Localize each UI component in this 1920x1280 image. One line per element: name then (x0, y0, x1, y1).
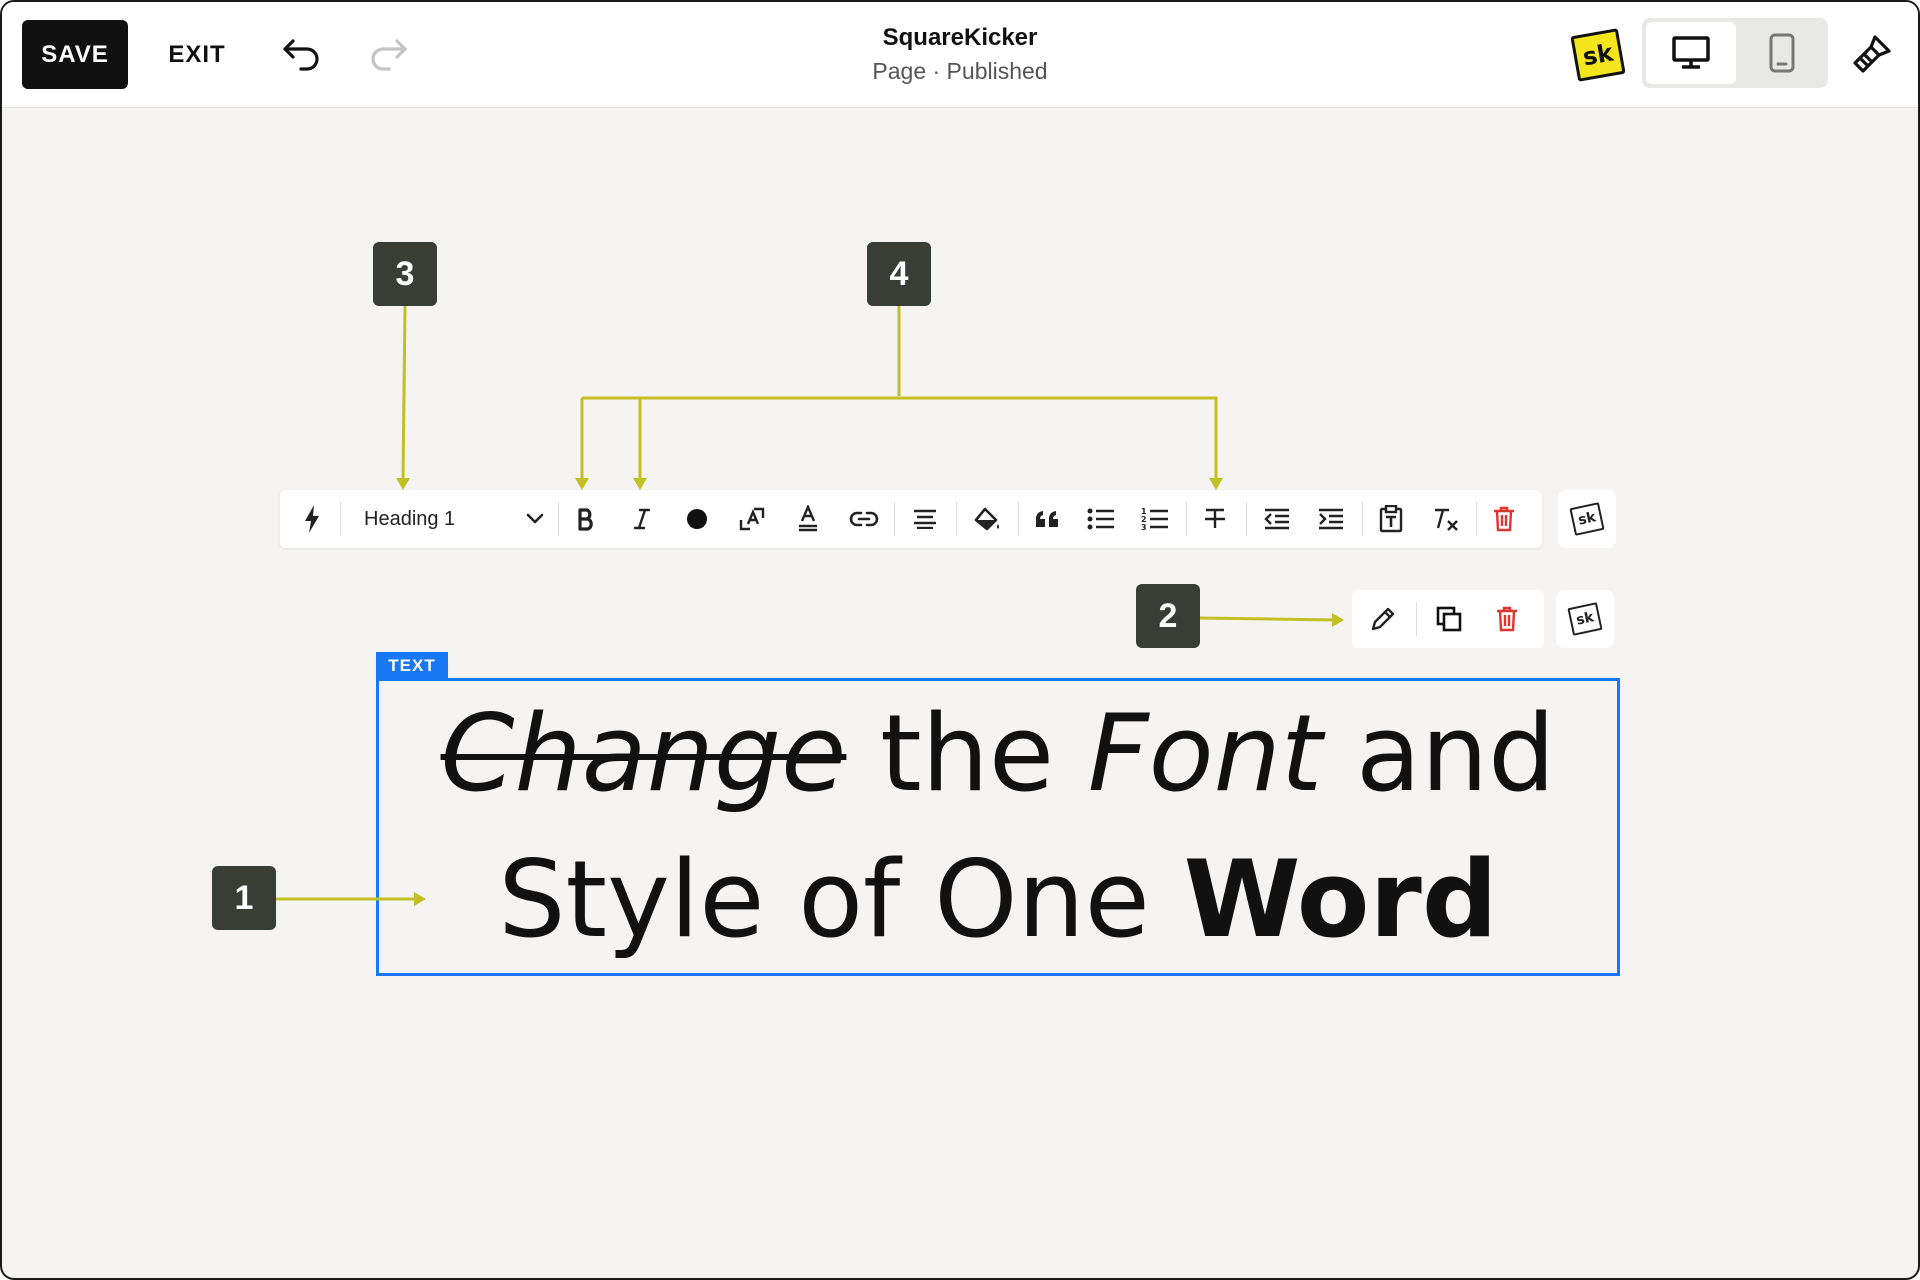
mobile-icon[interactable] (1740, 22, 1824, 84)
annotation-arrows (276, 305, 1344, 906)
site-name: SquareKicker (882, 24, 1038, 51)
clipboard-text-icon[interactable] (1368, 490, 1414, 548)
callout-3: 3 (373, 242, 437, 306)
trash-icon[interactable] (1482, 490, 1526, 548)
plain-text: Style of One (498, 838, 1184, 961)
sk-icon: sk (1567, 602, 1603, 636)
lightning-icon[interactable] (288, 490, 336, 548)
squarekicker-logo[interactable]: sk (1570, 28, 1626, 82)
paintbrush-icon[interactable] (1846, 30, 1896, 80)
app-window: SAVE EXIT SquareKicker Page · Published … (0, 0, 1920, 1280)
font-size-icon[interactable] (730, 490, 774, 548)
chevron-down-icon (524, 507, 546, 535)
plain-text: the (846, 692, 1088, 815)
device-toggle (1642, 18, 1828, 88)
desktop-icon[interactable] (1646, 22, 1736, 84)
undo-icon[interactable] (278, 30, 326, 78)
exit-button[interactable]: EXIT (158, 20, 236, 89)
indent-icon[interactable] (1308, 490, 1354, 548)
block-type-tag: TEXT (376, 652, 448, 680)
bold-word: Word (1183, 838, 1498, 961)
bold-icon[interactable] (564, 490, 608, 548)
callout-2: 2 (1136, 584, 1200, 648)
redo-icon[interactable] (364, 30, 412, 78)
squarekicker-block-button[interactable]: sk (1556, 590, 1614, 648)
heading-select[interactable]: Heading 1 (352, 490, 552, 548)
text-color-icon[interactable] (786, 490, 830, 548)
highlight-icon[interactable] (962, 490, 1012, 548)
link-icon[interactable] (842, 490, 886, 548)
squarekicker-format-button[interactable]: sk (1558, 490, 1616, 548)
logo-text: sk (1580, 38, 1616, 72)
color-dot-icon[interactable] (675, 490, 719, 548)
page-title: SquareKicker Page · Published (762, 24, 1158, 85)
plain-text: and (1322, 692, 1556, 815)
numbered-list-icon[interactable]: 123 (1132, 490, 1178, 548)
heading-line-1: Change the Font and (441, 681, 1556, 827)
align-icon[interactable] (900, 490, 950, 548)
svg-text:3: 3 (1141, 523, 1147, 531)
format-toolbar: Heading 1 1 2 3 (280, 490, 1542, 548)
top-bar: SAVE EXIT SquareKicker Page · Published … (2, 2, 1918, 108)
block-trash-icon[interactable] (1482, 590, 1532, 648)
duplicate-icon[interactable] (1424, 590, 1474, 648)
save-button[interactable]: SAVE (22, 20, 128, 89)
text-block[interactable]: Change the Font and Style of One Word (376, 678, 1620, 976)
strikethrough-word: Change (440, 692, 847, 815)
italic-icon[interactable] (620, 490, 664, 548)
pencil-icon[interactable] (1358, 590, 1408, 648)
block-toolbar (1352, 590, 1544, 648)
quote-icon[interactable] (1024, 490, 1070, 548)
strikethrough-icon[interactable] (1192, 490, 1238, 548)
clear-format-icon[interactable] (1422, 490, 1468, 548)
callout-1: 1 (212, 866, 276, 930)
outdent-icon[interactable] (1254, 490, 1300, 548)
italic-word: Font (1087, 692, 1323, 815)
sk-badge-text: sk (1576, 509, 1598, 529)
heading-line-2: Style of One Word (498, 827, 1497, 973)
callout-4: 4 (867, 242, 931, 306)
sk-icon: sk (1569, 502, 1605, 536)
bullet-list-icon[interactable] (1078, 490, 1124, 548)
sk-badge-text: sk (1574, 609, 1596, 629)
page-status: Page · Published (872, 58, 1048, 84)
heading-select-value: Heading 1 (364, 507, 456, 530)
